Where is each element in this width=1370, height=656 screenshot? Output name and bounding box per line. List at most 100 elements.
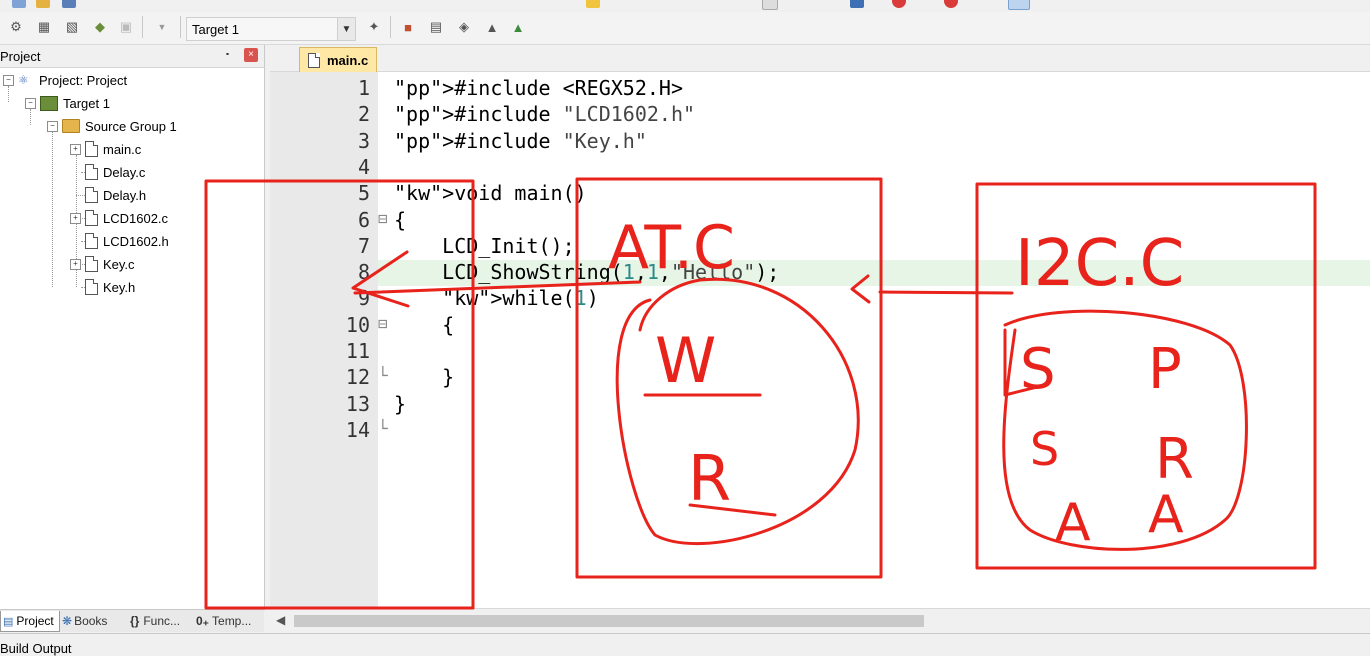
tree-item-label: Target 1 [63, 95, 110, 111]
line-number: 2 [357, 102, 370, 127]
tree-item-label: LCD1602.c [103, 210, 169, 226]
scroll-left-icon[interactable]: ◀ [276, 613, 285, 627]
chevron-down-icon[interactable]: ▼ [337, 18, 355, 40]
target-icon [40, 95, 58, 111]
close-icon[interactable]: × [244, 48, 258, 62]
file-icon [85, 233, 98, 249]
line-number: 5 [357, 181, 370, 206]
code-line[interactable]: LCD_ShowString(1,1,"Hello"); [394, 259, 779, 285]
line-number: 7 [357, 233, 370, 258]
target-select[interactable]: Target 1 ▼ [186, 17, 356, 41]
tree-item-label: main.c [103, 141, 142, 157]
new-file-icon[interactable] [12, 0, 26, 8]
tree-item-label: Key.c [103, 256, 135, 272]
tree-item-lcd1602-c[interactable]: + LCD1602.c [70, 207, 168, 229]
expand-icon[interactable]: + [70, 212, 81, 224]
rebuild-icon[interactable]: ▧ [62, 17, 82, 37]
tab-functions[interactable]: {} Func... [130, 611, 192, 631]
panel-tabs: ▤ Project ❋ Books {} Func... 0₊ Temp... [0, 609, 264, 632]
file-icon [85, 279, 98, 295]
line-number: 11 [345, 339, 370, 363]
code-line[interactable]: "kw">void main() [394, 180, 587, 206]
tree-item-label: Source Group 1 [85, 118, 177, 134]
line-number: 12 [345, 365, 370, 390]
batch-build-icon[interactable]: ◆ [90, 17, 110, 37]
horizontal-scrollbar[interactable]: ◀ [270, 608, 1370, 633]
fold-marker-icon[interactable]: └ [378, 419, 390, 438]
find-dropdown-icon[interactable] [762, 0, 778, 10]
code-line[interactable]: { [394, 207, 406, 233]
load-icon[interactable]: ▼ [152, 17, 172, 37]
tree-item-main-c[interactable]: + main.c [70, 138, 141, 160]
pack-installer-icon[interactable]: ◈ [454, 17, 474, 37]
tab-templates[interactable]: 0₊ Temp... [196, 611, 260, 631]
open-file-icon[interactable] [36, 0, 50, 8]
line-number: 1 [357, 76, 370, 100]
file-extensions-icon[interactable]: ▤ [426, 17, 446, 37]
code-line[interactable]: { [394, 312, 454, 338]
tree-item-source-group[interactable]: − Source Group 1 [47, 115, 177, 137]
project-panel: Project ⬝ × − ⚛ Project: Project − Targe… [0, 45, 265, 610]
manage-runtime-icon[interactable]: ▲ [508, 17, 528, 37]
tree-item-key-h[interactable]: Key.h [85, 276, 135, 298]
debug-icon[interactable] [892, 0, 906, 8]
build-output-title: Build Output [0, 641, 72, 656]
search-icon[interactable] [850, 0, 864, 8]
code-line[interactable]: } [394, 391, 406, 417]
tree-item-key-c[interactable]: + Key.c [70, 253, 135, 275]
code-line[interactable]: "pp">#include <REGX52.H> [394, 75, 683, 101]
collapse-icon[interactable]: − [25, 97, 36, 109]
breakpoint-icon[interactable] [944, 0, 958, 8]
manage-project-icon[interactable]: ■ [398, 17, 418, 37]
code-line[interactable]: } [394, 364, 454, 390]
line-number: 3 [357, 128, 370, 153]
save-icon[interactable] [62, 0, 76, 8]
tree-item-delay-h[interactable]: Delay.h [85, 184, 146, 206]
line-number: 8 [357, 260, 370, 285]
view-toggle-icon[interactable] [1008, 0, 1030, 10]
code-line[interactable]: "kw">while(1) [394, 285, 599, 311]
pin-icon[interactable]: ⬝ [226, 48, 229, 61]
line-number: 13 [345, 391, 370, 416]
tree-item-label: Project: Project [39, 72, 128, 88]
expand-icon[interactable]: + [70, 258, 81, 270]
build-icon[interactable]: ▦ [34, 17, 54, 37]
tree-item-lcd1602-h[interactable]: LCD1602.h [85, 230, 169, 252]
tree-item-target[interactable]: − Target 1 [25, 92, 110, 114]
build-output-bar: Build Output [0, 633, 1370, 656]
file-icon [308, 52, 320, 68]
build-toolbar: ⚙ ▦ ▧ ◆ ▣ ▼ Target 1 ▼ ✦ ■ ▤ ◈ ▲ ▲ [0, 12, 1370, 45]
tab-main-c[interactable]: main.c [299, 47, 377, 72]
line-number: 9 [357, 286, 370, 311]
project-panel-header: Project ⬝ × [0, 45, 264, 68]
functions-icon: {} [130, 614, 140, 628]
code-line[interactable]: "pp">#include "Key.h" [394, 128, 647, 154]
file-icon [85, 210, 98, 226]
fold-marker-icon[interactable]: ⊟ [378, 209, 390, 228]
tree-item-delay-c[interactable]: Delay.c [85, 161, 145, 183]
select-packs-icon[interactable]: ▲ [482, 17, 502, 37]
tree-item-label: Delay.c [103, 164, 146, 180]
collapse-icon[interactable]: − [3, 74, 14, 86]
target-select-value: Target 1 [192, 22, 239, 37]
tree-item-label: Key.h [103, 279, 136, 295]
project-panel-title: Project [0, 49, 41, 64]
folder-icon[interactable] [586, 0, 600, 8]
scrollbar-thumb[interactable] [294, 615, 924, 627]
translate-icon[interactable]: ⚙ [6, 17, 26, 37]
tree-item-project[interactable]: − ⚛ Project: Project [3, 69, 127, 91]
line-number: 10 [345, 312, 370, 337]
tree-item-label: Delay.h [103, 187, 147, 203]
code-editor: main.c 1 "pp">#include <REGX52.H> 2 "pp">#i… [270, 45, 1370, 633]
fold-marker-icon[interactable]: └ [378, 366, 390, 385]
expand-icon[interactable]: + [70, 143, 81, 155]
collapse-icon[interactable]: − [47, 120, 58, 132]
tab-books[interactable]: ❋ Books [62, 611, 124, 631]
tab-project[interactable]: ▤ Project [0, 611, 60, 632]
code-line[interactable]: LCD_Init(); [394, 233, 574, 259]
fold-marker-icon[interactable]: ⊟ [378, 314, 390, 333]
code-line[interactable]: "pp">#include "LCD1602.h" [394, 101, 695, 127]
folder-icon [62, 119, 80, 133]
target-options-icon[interactable]: ✦ [364, 17, 384, 37]
stop-build-icon[interactable]: ▣ [116, 17, 136, 37]
